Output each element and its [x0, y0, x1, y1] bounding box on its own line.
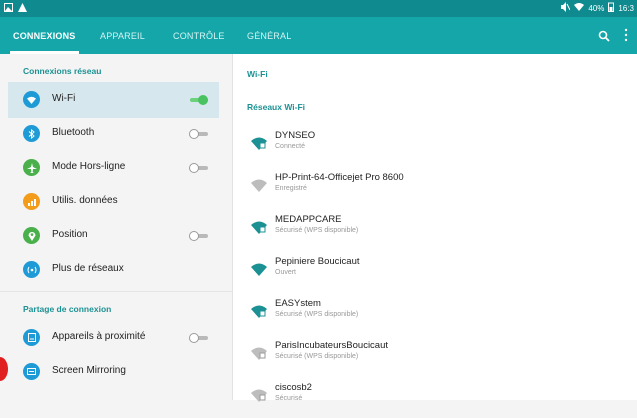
wifi-toggle[interactable] [190, 95, 208, 105]
menu-item-bluetooth[interactable]: Bluetooth [8, 116, 219, 152]
section-network-connections: Connexions réseau [23, 66, 102, 76]
status-right: 40% 16:3 [560, 2, 634, 15]
network-status: Sécurisé (WPS disponible) [275, 353, 359, 360]
network-name: Pepiniere Boucicaut [275, 256, 360, 267]
nearby-devices-toggle[interactable] [189, 333, 208, 343]
wifi-panel: Wi-Fi Réseaux Wi-Fi DYNSEO Connecté HP-P… [233, 54, 637, 402]
clock: 16:3 [618, 4, 634, 13]
warning-icon [18, 3, 27, 15]
network-status: Sécurisé (WPS disponible) [275, 227, 359, 234]
tab-controle[interactable]: CONTRÔLE [173, 17, 225, 54]
wifi-lock-icon [251, 136, 267, 150]
network-status: Ouvert [275, 269, 297, 276]
menu-item-label: Screen Mirroring [52, 365, 126, 376]
network-item[interactable]: ParisIncubateursBoucicaut Sécurisé (WPS … [233, 336, 637, 376]
network-name: DYNSEO [275, 130, 316, 141]
network-name: EASYstem [275, 298, 321, 309]
network-item[interactable]: ciscosb2 Sécurisé [233, 378, 637, 418]
menu-item-screen-mirroring[interactable]: Screen Mirroring [8, 354, 219, 390]
location-icon [23, 227, 40, 244]
network-item[interactable]: DYNSEO Connecté [233, 126, 637, 166]
settings-menu: Connexions réseau Wi-Fi Bluetooth Mode H… [0, 54, 233, 400]
menu-item-wifi[interactable]: Wi-Fi [8, 82, 219, 118]
network-name: ciscosb2 [275, 382, 312, 393]
location-toggle[interactable] [189, 231, 208, 241]
menu-item-location[interactable]: Position [8, 218, 219, 254]
gallery-icon [4, 3, 13, 15]
network-status: Sécurisé [275, 395, 303, 402]
menu-item-label: Plus de réseaux [52, 263, 124, 274]
tab-general[interactable]: GÉNÉRAL [247, 17, 291, 54]
network-item[interactable]: HP-Print-64-Officejet Pro 8600 Enregistr… [233, 168, 637, 208]
bluetooth-icon [23, 125, 40, 142]
bluetooth-toggle[interactable] [189, 129, 208, 139]
menu-item-nearby-devices[interactable]: Appareils à proximité [8, 320, 219, 356]
available-networks-header: Réseaux Wi-Fi [247, 102, 306, 112]
menu-item-label: Position [52, 229, 88, 240]
network-status: Enregistré [275, 185, 307, 192]
data-usage-icon [23, 193, 40, 210]
wifi-lock-icon [251, 220, 267, 234]
tab-connexions[interactable]: CONNEXIONS [10, 17, 79, 54]
menu-item-label: Utilis. données [52, 195, 118, 206]
network-item[interactable]: Pepiniere Boucicaut Ouvert [233, 252, 637, 292]
menu-item-label: Mode Hors-ligne [52, 161, 126, 172]
mute-icon [560, 2, 571, 15]
menu-item-label: Wi-Fi [52, 93, 76, 104]
network-item[interactable]: MEDAPPCARE Sécurisé (WPS disponible) [233, 210, 637, 250]
network-name: ParisIncubateursBoucicaut [275, 340, 389, 351]
airplane-icon [23, 159, 40, 176]
airplane-mode-toggle[interactable] [189, 163, 208, 173]
status-bar: 40% 16:3 [0, 0, 637, 17]
more-networks-icon [23, 261, 40, 278]
network-status: Sécurisé (WPS disponible) [275, 311, 359, 318]
network-name: MEDAPPCARE [275, 214, 342, 225]
menu-item-airplane-mode[interactable]: Mode Hors-ligne [8, 150, 219, 186]
nearby-devices-icon [23, 329, 40, 346]
section-tethering: Partage de connexion [23, 304, 112, 314]
divider [0, 291, 233, 292]
tab-appareil[interactable]: APPAREIL [100, 17, 145, 54]
app-bar: CONNEXIONS APPAREIL CONTRÔLE GÉNÉRAL [0, 17, 637, 54]
menu-item-label: Bluetooth [52, 127, 95, 138]
network-name: HP-Print-64-Officejet Pro 8600 [275, 172, 404, 183]
menu-item-data-usage[interactable]: Utilis. données [8, 184, 219, 220]
screen-mirroring-icon [23, 363, 40, 380]
menu-item-more-networks[interactable]: Plus de réseaux [8, 252, 219, 288]
panel-title: Wi-Fi [247, 69, 268, 79]
wifi-lock-icon [251, 346, 267, 360]
battery-icon [608, 2, 615, 15]
wifi-icon [251, 178, 267, 192]
wifi-status-icon [574, 2, 585, 15]
more-options-icon[interactable] [623, 26, 629, 44]
status-left-icons [4, 3, 27, 15]
menu-item-label: Appareils à proximité [52, 331, 146, 342]
search-icon[interactable] [598, 29, 612, 43]
network-status: Connecté [275, 143, 305, 150]
wifi-icon [251, 262, 267, 276]
wifi-icon [23, 91, 40, 108]
wifi-lock-icon [251, 304, 267, 318]
battery-percent: 40% [588, 4, 605, 13]
network-item[interactable]: EASYstem Sécurisé (WPS disponible) [233, 294, 637, 334]
